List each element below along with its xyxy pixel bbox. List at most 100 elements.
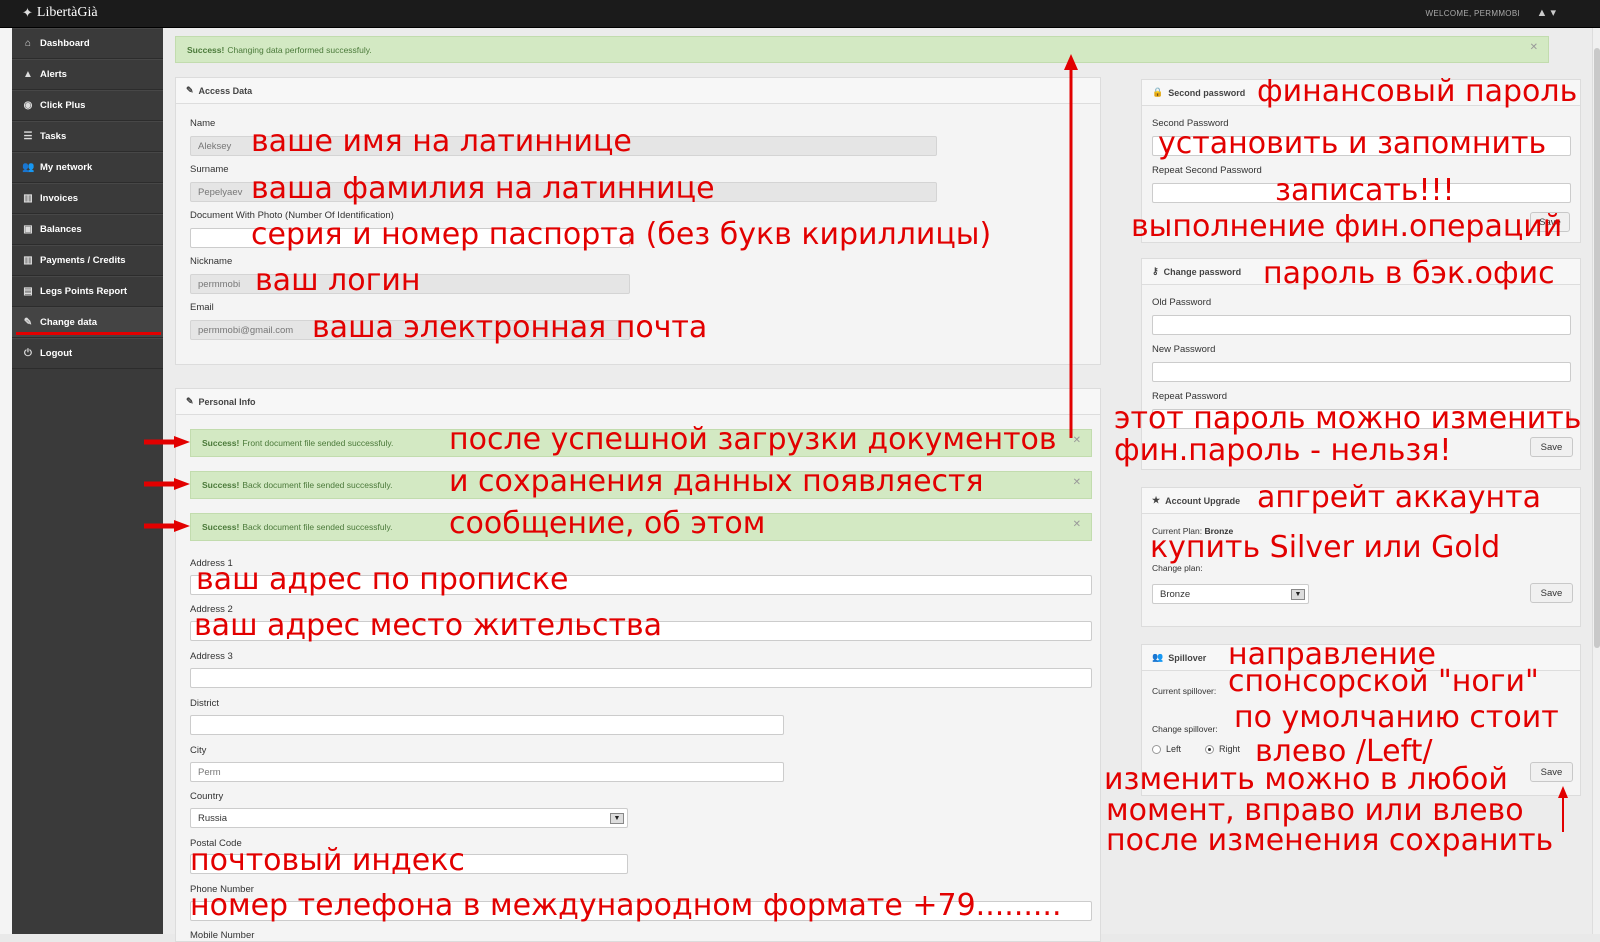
list-icon: ☰: [23, 131, 33, 142]
close-icon[interactable]: ✕: [1073, 519, 1081, 530]
annotation-spillover-2: спонсорской "ноги": [1228, 664, 1539, 699]
chevron-down-icon: ▼: [1291, 589, 1305, 600]
logo[interactable]: ✦ LibertàGià: [22, 5, 98, 21]
left-radio[interactable]: [1152, 744, 1161, 754]
change-password-save-button[interactable]: Save: [1530, 437, 1573, 457]
repeat-second-password-label: Repeat Second Password: [1152, 165, 1262, 176]
close-icon[interactable]: ✕: [1530, 42, 1538, 53]
new-password-label: New Password: [1152, 344, 1216, 355]
panel-header: ✎ Personal Info: [176, 389, 1100, 415]
users-icon: 👥: [22, 162, 35, 173]
bars-icon: ▥: [23, 255, 33, 266]
scrollbar[interactable]: [1592, 28, 1600, 934]
annotation-upload-3: сообщение, об этом: [449, 506, 766, 541]
alert-menu-icon[interactable]: ▲ ▾: [1537, 6, 1556, 19]
sidebar-item-change-data[interactable]: ✎ Change data: [12, 307, 163, 338]
sidebar-item-balances[interactable]: ▣ Balances: [12, 214, 163, 245]
change-spillover-label: Change spillover:: [1152, 724, 1218, 734]
annotation-email: ваша электронная почта: [312, 310, 708, 345]
star-icon: ★: [1152, 495, 1161, 505]
sidebar-item-my-network[interactable]: 👥 My network: [12, 152, 163, 183]
spillover-options: Left Right: [1152, 744, 1240, 754]
annotation-login: ваш логин: [255, 263, 421, 298]
home-icon: ⌂: [24, 38, 32, 49]
plan-select[interactable]: Bronze ▼: [1152, 584, 1309, 604]
sidebar: ⌂ Dashboard ▲ Alerts ◉ Click Plus ☰ Tasks 👥 M…: [12, 28, 163, 934]
edit-icon: ✎: [186, 85, 194, 95]
edit-icon: ✎: [23, 317, 33, 328]
upgrade-save-button[interactable]: Save: [1530, 583, 1573, 603]
annotation-upload-2: и сохранения данных появляестя: [449, 464, 984, 499]
annotation-address-2: ваш адрес место жительства: [194, 608, 663, 643]
name-label: Name: [190, 118, 216, 129]
mobile-label: Mobile Number: [190, 930, 255, 941]
warning-icon: ▲: [23, 69, 33, 80]
power-icon: ⏻: [24, 348, 32, 359]
country-label: Country: [190, 791, 224, 802]
district-label: District: [190, 698, 220, 709]
country-select[interactable]: Russia ▼: [190, 808, 628, 828]
annotation-write-down: записать!!!: [1275, 173, 1455, 208]
annotation-address-1: ваш адрес по прописке: [196, 562, 569, 597]
annotation-spillover-5: изменить можно в любой: [1104, 762, 1508, 797]
old-password-field[interactable]: [1152, 315, 1571, 335]
sidebar-item-alerts[interactable]: ▲ Alerts: [12, 59, 163, 90]
sidebar-item-tasks[interactable]: ☰ Tasks: [12, 121, 163, 152]
chevron-down-icon: ▼: [610, 813, 624, 824]
top-bar: ✦ LibertàGià WELCOME, PERMMOBI ▲ ▾: [0, 0, 1600, 28]
wings-icon: ✦: [22, 5, 33, 20]
annotation-set-remember: установить и запомнить: [1158, 126, 1547, 161]
annotation-fin-password: финансовый пароль: [1257, 74, 1578, 109]
annotation-can-change: этот пароль можно изменить: [1114, 401, 1582, 436]
users-icon: 👥: [1152, 652, 1164, 662]
annotation-backoffice-password: пароль в бэк.офис: [1263, 256, 1555, 291]
annotation-spillover-3: по умолчанию стоит: [1234, 700, 1559, 735]
address3-field[interactable]: [190, 668, 1092, 688]
nickname-label: Nickname: [190, 256, 233, 267]
city-field[interactable]: Perm: [190, 762, 784, 782]
annotation-upload-1: после успешной загрузки документов: [449, 422, 1057, 457]
annotation-fin-operations: выполнение фин.операций: [1131, 209, 1563, 244]
annotation-name: ваше имя на латиннице: [251, 124, 632, 159]
surname-label: Surname: [190, 164, 229, 175]
panel-header: ✎ Access Data: [176, 78, 1100, 104]
annotation-spillover-7: после изменения сохранить: [1106, 823, 1554, 858]
success-alert: Success! Changing data performed successf…: [175, 36, 1549, 63]
chart-icon: ▤: [23, 286, 33, 297]
sidebar-item-legs-points[interactable]: ▤ Legs Points Report: [12, 276, 163, 307]
spillover-save-button[interactable]: Save: [1530, 762, 1573, 782]
lock-icon: 🔒: [1152, 87, 1164, 97]
new-password-field[interactable]: [1152, 362, 1571, 382]
sidebar-item-payments[interactable]: ▥ Payments / Credits: [12, 245, 163, 276]
old-password-label: Old Password: [1152, 297, 1212, 308]
annotation-postal: почтовый индекс: [190, 843, 465, 878]
active-marker: [16, 332, 161, 335]
close-icon[interactable]: ✕: [1073, 435, 1081, 446]
sidebar-item-dashboard[interactable]: ⌂ Dashboard: [12, 28, 163, 59]
annotation-document: серия и номер паспорта (без букв кирилли…: [251, 217, 992, 252]
close-icon[interactable]: ✕: [1073, 477, 1081, 488]
scrollbar-thumb[interactable]: [1594, 48, 1600, 648]
email-label: Email: [190, 302, 214, 313]
welcome-text: WELCOME, PERMMOBI: [1425, 9, 1520, 18]
annotation-cannot-change: фин.пароль - нельзя!: [1114, 433, 1452, 468]
address3-label: Address 3: [190, 651, 233, 662]
key-icon: ⚷: [1152, 266, 1159, 276]
sidebar-item-invoices[interactable]: ▥ Invoices: [12, 183, 163, 214]
edit-icon: ✎: [186, 396, 194, 406]
sidebar-item-click-plus[interactable]: ◉ Click Plus: [12, 90, 163, 121]
annotation-buy-plan: купить Silver или Gold: [1150, 530, 1501, 565]
globe-icon: ◉: [23, 100, 33, 111]
current-spillover-label: Current spillover:: [1152, 686, 1217, 696]
annotation-upgrade: апгрейт аккаунта: [1257, 480, 1542, 515]
annotation-spillover-6: момент, вправо или влево: [1106, 793, 1524, 828]
annotation-phone: номер телефона в международном формате +…: [190, 888, 1062, 923]
sidebar-item-logout[interactable]: ⏻ Logout: [12, 338, 163, 369]
right-radio[interactable]: [1205, 744, 1215, 754]
district-field[interactable]: [190, 715, 784, 735]
bars-icon: ▥: [23, 193, 33, 204]
left-edge: [0, 28, 12, 934]
money-icon: ▣: [23, 224, 33, 235]
annotation-surname: ваша фамилия на латиннице: [251, 171, 715, 206]
city-label: City: [190, 745, 207, 756]
